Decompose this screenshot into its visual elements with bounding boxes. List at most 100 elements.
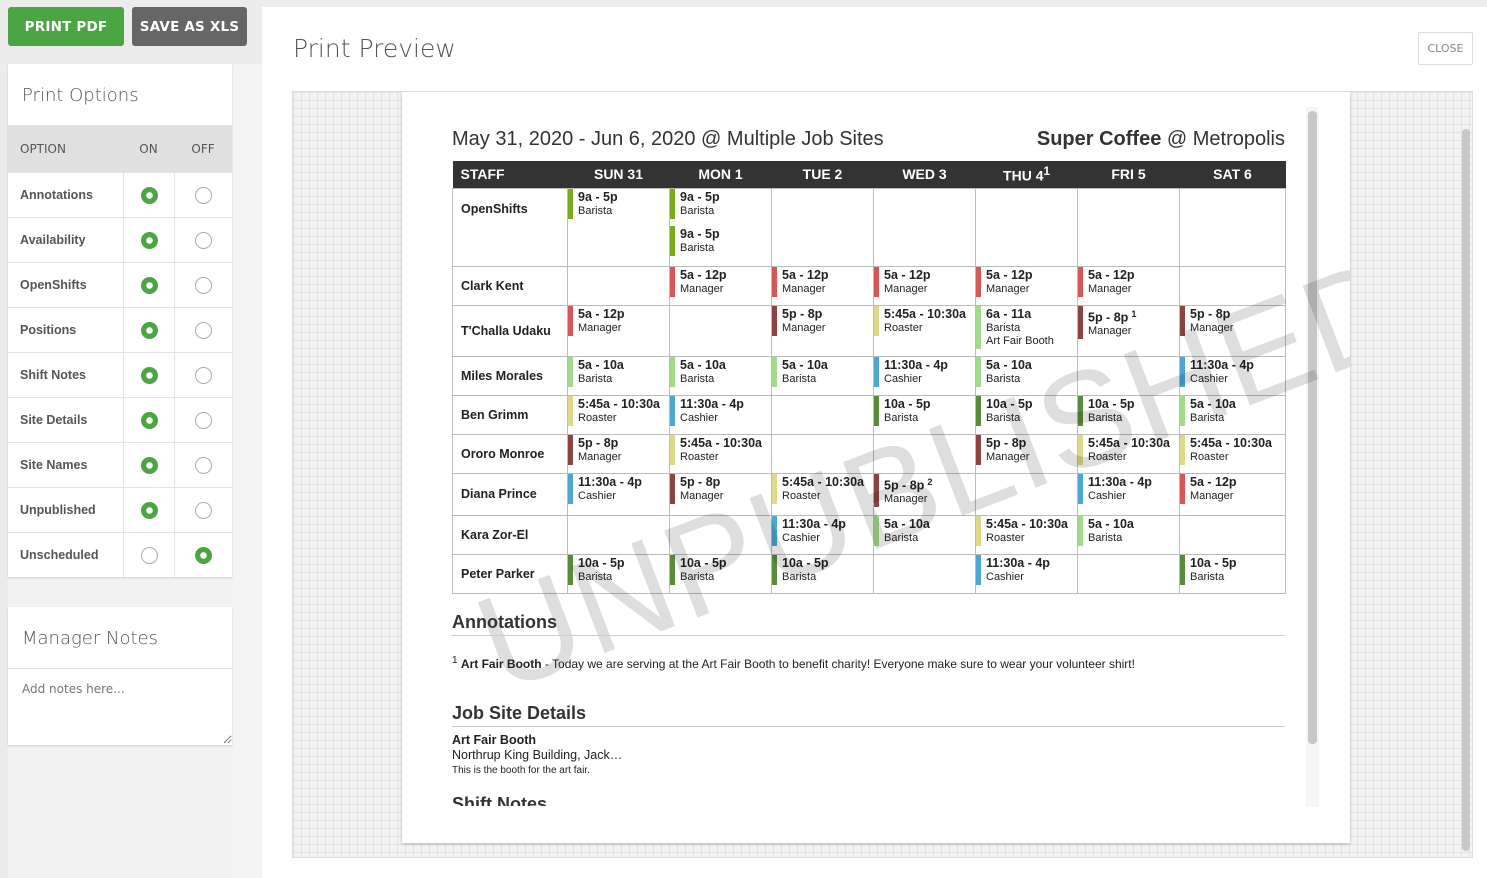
on-radio[interactable] <box>140 186 158 204</box>
schedule-cell[interactable]: 5a - 10a Barista <box>975 355 1078 396</box>
schedule-cell[interactable]: 10a - 5p Barista <box>567 553 670 594</box>
schedule-cell[interactable]: 5:45a - 10:30a Roaster <box>567 394 670 435</box>
shift-block[interactable]: 5p - 8p Manager <box>976 434 1077 465</box>
schedule-cell[interactable]: 5a - 12p Manager <box>771 265 874 306</box>
shift-block[interactable]: 5a - 12p Manager <box>976 266 1077 297</box>
off-radio[interactable] <box>195 186 212 204</box>
on-radio[interactable] <box>140 321 158 339</box>
shift-block[interactable]: 5a - 10a Barista <box>1180 395 1285 426</box>
on-radio[interactable] <box>140 411 158 429</box>
shift-block[interactable]: 5:45a - 10:30a Roaster <box>1180 434 1285 465</box>
schedule-cell[interactable]: 5p - 8p Manager <box>669 472 772 516</box>
shift-block[interactable]: 5p - 8p Manager <box>568 434 669 465</box>
outer-scrollbar[interactable] <box>1462 129 1470 851</box>
shift-block[interactable]: 11:30a - 4p Cashier <box>976 554 1077 585</box>
off-radio[interactable] <box>195 321 212 339</box>
shift-block[interactable]: 5:45a - 10:30a Roaster <box>976 515 1077 546</box>
shift-block[interactable]: 5a - 10a Barista <box>1078 515 1179 546</box>
shift-block[interactable]: 5a - 12p Manager <box>772 266 873 297</box>
shift-block[interactable]: 11:30a - 4p Cashier <box>1180 356 1285 387</box>
schedule-cell[interactable] <box>771 433 874 474</box>
schedule-cell[interactable]: 5a - 12p Manager <box>1077 265 1180 306</box>
schedule-cell[interactable]: 10a - 5p Barista <box>1077 394 1180 435</box>
shift-block[interactable]: 5:45a - 10:30a Roaster <box>568 395 669 426</box>
schedule-cell[interactable]: 5:45a - 10:30a Roaster <box>1179 433 1286 474</box>
schedule-cell[interactable] <box>567 265 670 306</box>
shift-block[interactable]: 5a - 12p Manager <box>874 266 975 297</box>
schedule-cell[interactable] <box>567 514 670 555</box>
schedule-cell[interactable]: 11:30a - 4p Cashier <box>567 472 670 516</box>
schedule-cell[interactable]: 5a - 10a Barista <box>1179 394 1286 435</box>
shift-block[interactable]: 5p - 8p Manager <box>670 473 771 504</box>
schedule-cell[interactable]: 5:45a - 10:30a Roaster <box>669 433 772 474</box>
shift-block[interactable]: 5p - 8p Manager <box>772 305 873 336</box>
schedule-cell[interactable]: 11:30a - 4p Cashier <box>873 355 976 396</box>
off-radio[interactable] <box>195 546 212 564</box>
shift-block[interactable]: 11:30a - 4p Cashier <box>568 473 669 504</box>
schedule-cell[interactable] <box>873 433 976 474</box>
schedule-cell[interactable]: 5a - 12p Manager <box>1179 472 1286 516</box>
on-radio[interactable] <box>140 366 158 384</box>
off-radio[interactable] <box>195 411 212 429</box>
schedule-cell[interactable]: 5a - 10a Barista <box>771 355 874 396</box>
shift-block[interactable]: 5:45a - 10:30a Roaster <box>670 434 771 465</box>
shift-block[interactable]: 10a - 5p Barista <box>670 554 771 585</box>
shift-block[interactable]: 10a - 5p Barista <box>1078 395 1179 426</box>
off-radio[interactable] <box>195 501 212 519</box>
schedule-cell[interactable]: 5a - 10a Barista <box>567 355 670 396</box>
schedule-cell[interactable]: 11:30a - 4p Cashier <box>975 553 1078 594</box>
shift-block[interactable]: 9a - 5p Barista <box>670 188 771 219</box>
print-pdf-button[interactable]: PRINT PDF <box>8 7 124 46</box>
schedule-cell[interactable]: 6a - 11a Barista Art Fair Booth <box>975 304 1078 357</box>
schedule-cell[interactable]: 9a - 5p Barista <box>567 187 670 267</box>
shift-block[interactable]: 11:30a - 4p Cashier <box>670 395 771 426</box>
schedule-cell[interactable]: 5a - 12p Manager <box>873 265 976 306</box>
shift-block[interactable]: 11:30a - 4p Cashier <box>772 515 873 546</box>
shift-block[interactable]: 5a - 10a Barista <box>568 356 669 387</box>
schedule-cell[interactable]: 10a - 5p Barista <box>771 553 874 594</box>
shift-block[interactable]: 5:45a - 10:30a Roaster <box>772 473 873 504</box>
shift-block[interactable]: 5a - 12p Manager <box>1078 266 1179 297</box>
schedule-cell[interactable]: 5:45a - 10:30a Roaster <box>873 304 976 357</box>
schedule-cell[interactable]: 11:30a - 4p Cashier <box>1077 472 1180 516</box>
off-radio[interactable] <box>195 456 212 474</box>
shift-block[interactable]: 11:30a - 4p Cashier <box>874 356 975 387</box>
schedule-cell[interactable] <box>669 514 772 555</box>
schedule-cell[interactable]: 5:45a - 10:30a Roaster <box>1077 433 1180 474</box>
shift-block[interactable]: 6a - 11a Barista Art Fair Booth <box>976 305 1077 349</box>
shift-block[interactable]: 5:45a - 10:30a Roaster <box>874 305 975 336</box>
shift-block[interactable]: 5p - 8p Manager <box>1180 305 1285 336</box>
schedule-cell[interactable] <box>1179 514 1286 555</box>
on-radio[interactable] <box>140 231 158 249</box>
schedule-cell[interactable] <box>1077 187 1180 267</box>
schedule-cell[interactable]: 5:45a - 10:30a Roaster <box>975 514 1078 555</box>
manager-notes-input[interactable] <box>8 668 232 744</box>
schedule-cell[interactable]: 5p - 8p Manager <box>567 433 670 474</box>
schedule-cell[interactable]: 10a - 5p Barista <box>669 553 772 594</box>
schedule-cell[interactable]: 11:30a - 4p Cashier <box>669 394 772 435</box>
schedule-cell[interactable] <box>873 187 976 267</box>
schedule-cell[interactable]: 5a - 12p Manager <box>669 265 772 306</box>
on-radio[interactable] <box>140 501 158 519</box>
shift-block[interactable]: 5:45a - 10:30a Roaster <box>1078 434 1179 465</box>
schedule-cell[interactable] <box>1077 355 1180 396</box>
shift-block[interactable]: 11:30a - 4p Cashier <box>1078 473 1179 504</box>
schedule-cell[interactable] <box>771 394 874 435</box>
schedule-cell[interactable]: 5a - 12p Manager <box>567 304 670 357</box>
schedule-cell[interactable]: 11:30a - 4p Cashier <box>771 514 874 555</box>
shift-block[interactable]: 10a - 5p Barista <box>772 554 873 585</box>
save-as-xls-button[interactable]: SAVE AS XLS <box>132 7 247 46</box>
off-radio[interactable] <box>195 231 212 249</box>
shift-block[interactable]: 5p - 8p 2 Manager <box>874 473 975 508</box>
schedule-cell[interactable]: 5p - 8p Manager <box>771 304 874 357</box>
schedule-cell[interactable] <box>669 304 772 357</box>
shift-block[interactable]: 5a - 10a Barista <box>670 356 771 387</box>
schedule-cell[interactable] <box>975 472 1078 516</box>
shift-block[interactable]: 5a - 10a Barista <box>976 356 1077 387</box>
schedule-cell[interactable]: 5p - 8p Manager <box>975 433 1078 474</box>
shift-block[interactable]: 5a - 10a Barista <box>874 515 975 546</box>
schedule-cell[interactable] <box>1179 265 1286 306</box>
schedule-cell[interactable] <box>975 187 1078 267</box>
schedule-cell[interactable]: 10a - 5p Barista <box>1179 553 1286 594</box>
shift-block[interactable]: 10a - 5p Barista <box>1180 554 1285 585</box>
